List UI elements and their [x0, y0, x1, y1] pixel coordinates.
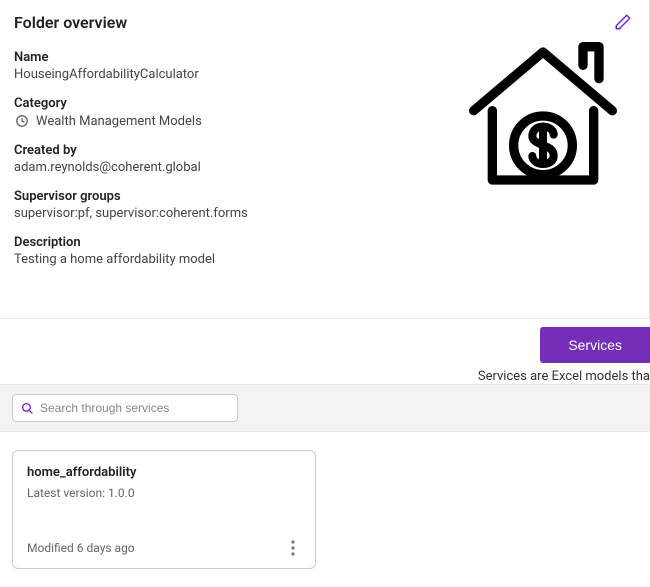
fields-list: Name HouseingAffordabilityCalculator Cat…: [14, 50, 334, 267]
service-version: Latest version: 1.0.0: [27, 486, 301, 500]
tab-row: Services Services are Excel models tha: [0, 318, 650, 384]
name-label: Name: [14, 50, 334, 65]
tab-services[interactable]: Services: [540, 327, 650, 363]
folder-overview-panel: Folder overview Name HouseingAffordabili…: [0, 0, 650, 318]
field-supervisor: Supervisor groups supervisor:pf, supervi…: [14, 189, 334, 221]
search-wrapper[interactable]: [12, 394, 238, 422]
kebab-icon: [291, 540, 295, 556]
house-dollar-icon: [463, 36, 623, 196]
category-label: Category: [14, 96, 334, 111]
page-title: Folder overview: [14, 13, 127, 32]
edit-button[interactable]: [611, 10, 635, 34]
category-icon: [14, 113, 30, 129]
field-description: Description Testing a home affordability…: [14, 235, 334, 267]
supervisor-label: Supervisor groups: [14, 189, 334, 204]
category-text: Wealth Management Models: [36, 114, 202, 129]
pencil-icon: [614, 13, 632, 31]
search-input[interactable]: [40, 401, 229, 415]
service-footer: Modified 6 days ago: [27, 538, 301, 558]
services-list: home_affordability Latest version: 1.0.0…: [0, 432, 650, 587]
description-label: Description: [14, 235, 334, 250]
search-icon: [21, 402, 34, 415]
service-menu-button[interactable]: [285, 538, 301, 558]
field-name: Name HouseingAffordabilityCalculator: [14, 50, 334, 82]
overview-header: Folder overview: [14, 10, 635, 34]
name-value: HouseingAffordabilityCalculator: [14, 67, 334, 82]
service-modified: Modified 6 days ago: [27, 541, 135, 555]
category-value: Wealth Management Models: [14, 113, 334, 129]
service-title: home_affordability: [27, 465, 301, 480]
supervisor-value: supervisor:pf, supervisor:coherent.forms: [14, 206, 334, 221]
service-card[interactable]: home_affordability Latest version: 1.0.0…: [12, 450, 316, 569]
createdby-label: Created by: [14, 143, 334, 158]
field-category: Category Wealth Management Models: [14, 96, 334, 129]
createdby-value: adam.reynolds@coherent.global: [14, 160, 334, 175]
tab-services-description: Services are Excel models tha: [478, 369, 650, 384]
folder-image: [463, 36, 623, 196]
field-createdby: Created by adam.reynolds@coherent.global: [14, 143, 334, 175]
description-value: Testing a home affordability model: [14, 252, 334, 267]
search-area: [0, 384, 650, 432]
